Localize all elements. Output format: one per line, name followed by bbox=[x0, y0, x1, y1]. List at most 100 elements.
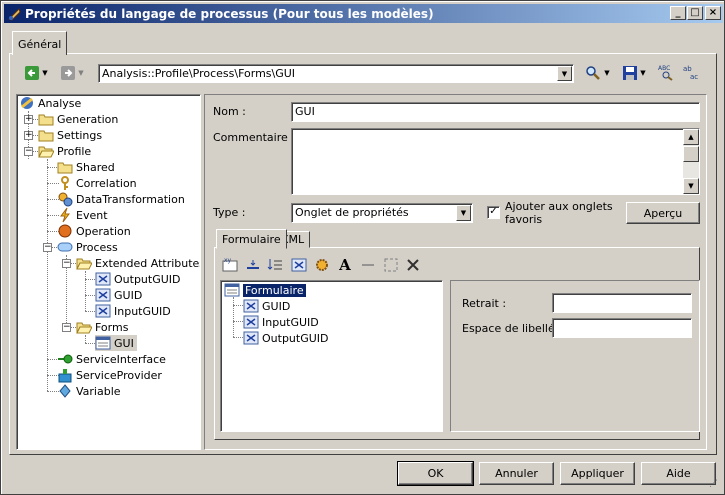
form-tree-root[interactable]: Formulaire bbox=[224, 282, 307, 298]
insert-list-icon[interactable] bbox=[266, 256, 284, 274]
tree-item-variable[interactable]: Variable bbox=[57, 383, 121, 399]
forward-icon[interactable] bbox=[59, 64, 77, 82]
back-dropdown-icon[interactable]: ▼ bbox=[40, 64, 50, 82]
save-dropdown-icon[interactable]: ▼ bbox=[638, 64, 648, 82]
spellcheck-icon[interactable]: ABC bbox=[657, 63, 675, 81]
attribute-icon bbox=[243, 298, 259, 314]
tree-item-profile[interactable]: Profile bbox=[38, 143, 91, 159]
attribute-icon bbox=[95, 271, 111, 287]
folder-open-icon bbox=[76, 319, 92, 335]
add-attribute-field-icon[interactable] bbox=[290, 256, 308, 274]
scroll-thumb[interactable] bbox=[683, 146, 699, 162]
path-value: Analysis::Profile\Process\Forms\GUI bbox=[102, 67, 296, 80]
form-tree-item-outputguid[interactable]: OutputGUID bbox=[243, 330, 329, 346]
form-icon bbox=[224, 282, 240, 298]
tab-general[interactable]: Général bbox=[12, 31, 68, 55]
replace-icon[interactable]: ab ac bbox=[682, 63, 700, 81]
collapse-profile-icon[interactable]: − bbox=[24, 147, 33, 156]
close-button[interactable]: × bbox=[705, 6, 721, 20]
title-bar: Propriétés du langage de processus (Pour… bbox=[4, 4, 723, 23]
aide-button[interactable]: Aide bbox=[641, 462, 716, 485]
tree-item-operation[interactable]: Operation bbox=[57, 223, 131, 239]
espace-input[interactable] bbox=[552, 318, 692, 338]
tree-item-analyse[interactable]: Analyse bbox=[19, 95, 81, 111]
expand-settings-icon[interactable]: + bbox=[24, 131, 33, 140]
group-box-icon[interactable] bbox=[382, 256, 400, 274]
form-tree: Formulaire GUID InputGUID OutputGUID bbox=[220, 280, 443, 432]
gears-icon bbox=[57, 191, 73, 207]
search-dropdown-icon[interactable]: ▼ bbox=[602, 64, 612, 82]
forward-dropdown-icon[interactable]: ▼ bbox=[76, 64, 86, 82]
back-icon[interactable] bbox=[23, 64, 41, 82]
attribute-icon bbox=[95, 303, 111, 319]
resize-grip-icon[interactable]: ⋰ bbox=[709, 479, 721, 491]
tree-item-shared[interactable]: Shared bbox=[57, 159, 115, 175]
add-method-icon[interactable] bbox=[313, 256, 331, 274]
nom-input[interactable]: GUI bbox=[291, 102, 700, 122]
attribute-icon bbox=[243, 330, 259, 346]
espace-label: Espace de libellé : bbox=[462, 322, 562, 335]
folder-icon bbox=[38, 111, 54, 127]
add-control-icon[interactable]: xy bbox=[221, 256, 239, 274]
ajouter-label: Ajouter aux onglets favoris bbox=[505, 200, 613, 226]
ok-button[interactable]: OK bbox=[398, 462, 473, 485]
collapse-process-icon[interactable]: − bbox=[43, 243, 52, 252]
minimize-button[interactable]: _ bbox=[670, 6, 686, 20]
apercu-button[interactable]: Aperçu bbox=[626, 202, 700, 224]
save-icon[interactable] bbox=[621, 64, 639, 82]
tree-item-extended-attributes[interactable]: Extended Attributes bbox=[76, 255, 200, 271]
tree-item-process[interactable]: Process bbox=[57, 239, 118, 255]
tree-item-settings[interactable]: Settings bbox=[38, 127, 102, 143]
chevron-down-icon[interactable]: ▼ bbox=[557, 66, 572, 81]
add-attribute-icon[interactable] bbox=[244, 256, 262, 274]
svg-text:ABC: ABC bbox=[658, 65, 670, 72]
search-icon[interactable] bbox=[584, 64, 602, 82]
folder-icon bbox=[57, 159, 73, 175]
tree-item-forms[interactable]: Forms bbox=[76, 319, 128, 335]
attribute-icon bbox=[243, 314, 259, 330]
retrait-input[interactable] bbox=[552, 293, 692, 313]
process-icon bbox=[57, 239, 73, 255]
text-label-icon[interactable]: A bbox=[336, 256, 354, 274]
service-interface-icon bbox=[57, 351, 73, 367]
collapse-extended-attributes-icon[interactable]: − bbox=[62, 259, 71, 268]
separator-icon[interactable] bbox=[359, 256, 377, 274]
tree-item-event[interactable]: Event bbox=[57, 207, 108, 223]
tree-item-generation[interactable]: Generation bbox=[38, 111, 118, 127]
ajouter-checkbox[interactable]: ✓ bbox=[487, 206, 500, 219]
type-select[interactable]: Onglet de propriétés ▼ bbox=[291, 203, 473, 223]
expand-generation-icon[interactable]: + bbox=[24, 115, 33, 124]
delete-icon[interactable] bbox=[404, 256, 422, 274]
svg-text:ab: ab bbox=[683, 65, 692, 73]
tree-item-gui-selected[interactable]: GUI bbox=[95, 335, 137, 351]
tree-item-datatransformation[interactable]: DataTransformation bbox=[57, 191, 185, 207]
scroll-up-icon[interactable]: ▲ bbox=[683, 129, 699, 145]
analyse-icon bbox=[19, 95, 35, 111]
form-tree-item-guid[interactable]: GUID bbox=[243, 298, 290, 314]
tree-item-outputguid[interactable]: OutputGUID bbox=[95, 271, 181, 287]
tree-item-serviceprovider[interactable]: ServiceProvider bbox=[57, 367, 162, 383]
window-title: Propriétés du langage de processus (Pour… bbox=[25, 6, 434, 21]
chevron-down-icon[interactable]: ▼ bbox=[456, 205, 471, 221]
tree-item-guid[interactable]: GUID bbox=[95, 287, 142, 303]
scroll-down-icon[interactable]: ▼ bbox=[683, 178, 699, 194]
variable-icon bbox=[57, 383, 73, 399]
annuler-button[interactable]: Annuler bbox=[479, 462, 554, 485]
folder-open-icon bbox=[38, 143, 54, 159]
operation-icon bbox=[57, 223, 73, 239]
svg-text:ac: ac bbox=[690, 73, 698, 81]
form-tree-item-inputguid[interactable]: InputGUID bbox=[243, 314, 319, 330]
tree-item-inputguid[interactable]: InputGUID bbox=[95, 303, 171, 319]
properties-dialog: Propriétés du langage de processus (Pour… bbox=[0, 0, 725, 495]
collapse-forms-icon[interactable]: − bbox=[62, 323, 71, 332]
tree-item-serviceinterface[interactable]: ServiceInterface bbox=[57, 351, 166, 367]
folder-icon bbox=[38, 127, 54, 143]
maximize-button[interactable]: □ bbox=[687, 6, 703, 20]
appliquer-button[interactable]: Appliquer bbox=[560, 462, 635, 485]
commentaire-textarea[interactable]: ▲ ▼ bbox=[291, 128, 700, 195]
tree-item-correlation[interactable]: Correlation bbox=[57, 175, 137, 191]
comment-scrollbar[interactable]: ▲ ▼ bbox=[683, 129, 699, 194]
path-combobox[interactable]: Analysis::Profile\Process\Forms\GUI ▼ bbox=[98, 64, 574, 83]
tab-formulaire[interactable]: Formulaire bbox=[216, 229, 287, 249]
app-icon bbox=[6, 6, 22, 22]
